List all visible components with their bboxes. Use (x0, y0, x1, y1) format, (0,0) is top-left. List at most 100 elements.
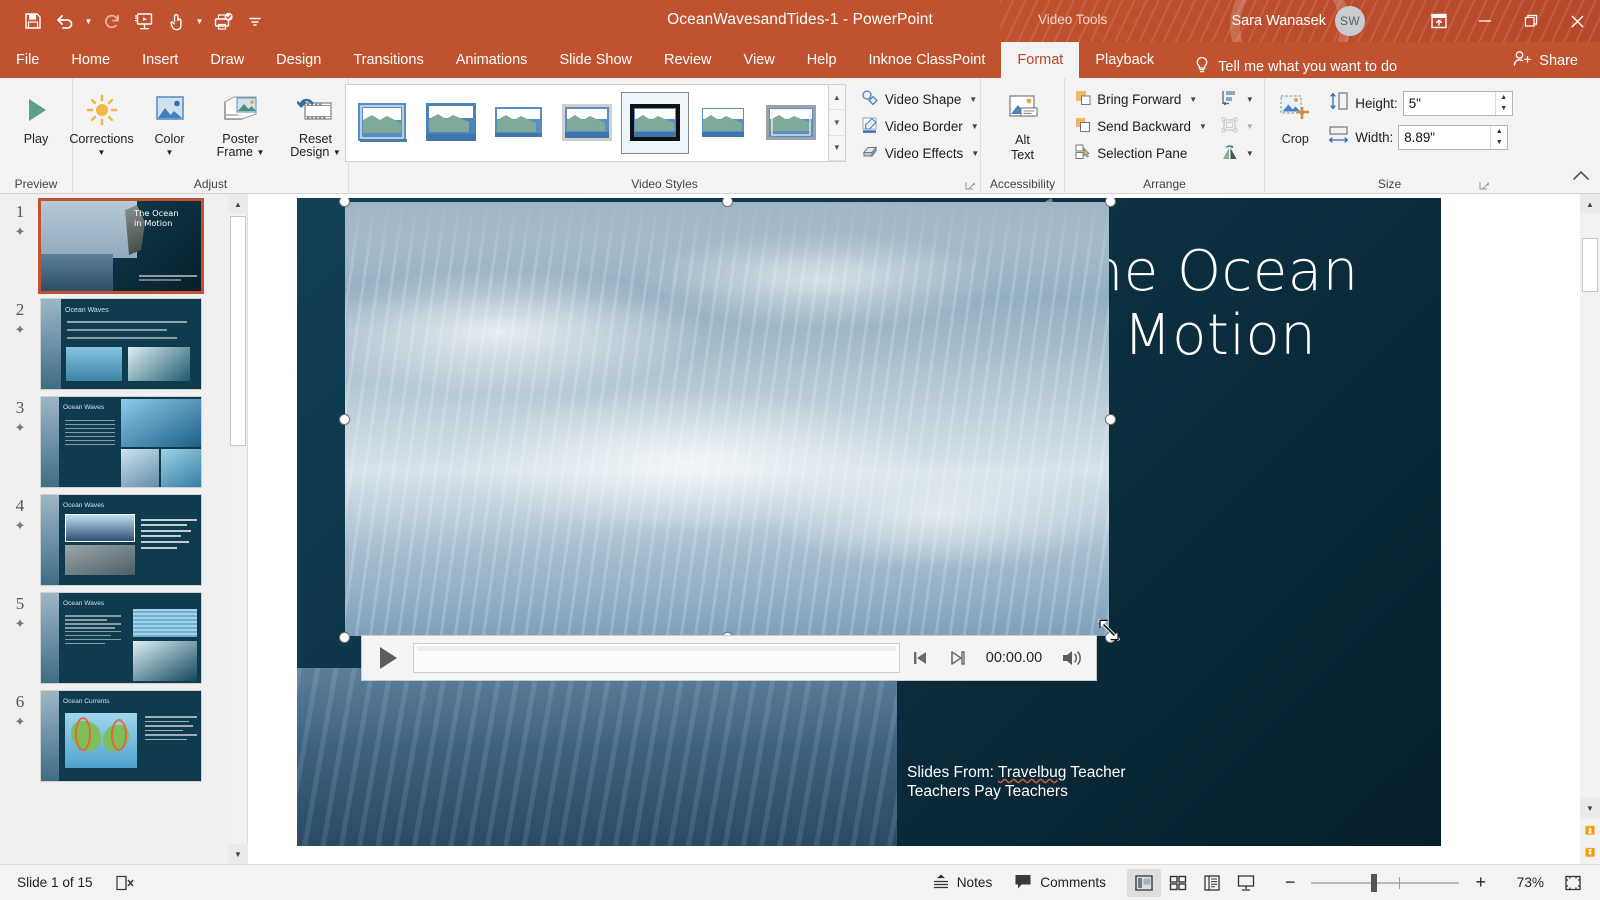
selection-pane-button[interactable]: Selection Pane (1070, 140, 1212, 166)
share-button[interactable]: Share (1513, 50, 1578, 71)
touch-mode-dropdown-icon[interactable]: ▼ (193, 6, 206, 36)
video-object[interactable] (345, 202, 1109, 636)
height-increase-icon[interactable]: ▲ (1496, 92, 1512, 104)
video-effects-button[interactable]: Video Effects ▼ (856, 140, 984, 166)
stage-scrollbar-thumb[interactable] (1582, 238, 1598, 292)
width-increase-icon[interactable]: ▲ (1491, 126, 1507, 138)
rotate-button[interactable]: ▼ (1216, 140, 1259, 166)
crop-button[interactable]: Crop (1266, 84, 1324, 149)
tab-view[interactable]: View (728, 42, 791, 78)
undo-dropdown-icon[interactable]: ▼ (82, 6, 95, 36)
alt-text-button[interactable]: AltText (990, 84, 1056, 166)
video-styles-dialog-launcher[interactable] (965, 181, 976, 192)
group-button[interactable]: ▼ (1216, 113, 1259, 139)
tab-home[interactable]: Home (55, 42, 126, 78)
height-stepper[interactable]: ▲▼ (1403, 91, 1513, 116)
thumbnail-slide-4[interactable]: Ocean Waves (40, 494, 202, 586)
video-step-forward-button[interactable] (944, 648, 968, 668)
fit-slide-to-window-button[interactable] (1556, 869, 1590, 897)
video-style-4-selected[interactable] (622, 93, 688, 153)
scroll-up-icon[interactable]: ▲ (228, 194, 248, 214)
slide-show-view-button[interactable] (1229, 869, 1263, 897)
reading-view-button[interactable] (1195, 869, 1229, 897)
send-backward-button[interactable]: Send Backward ▼ (1070, 113, 1212, 139)
zoom-track[interactable] (1311, 882, 1459, 884)
slide-sorter-view-button[interactable] (1161, 869, 1195, 897)
tab-animations[interactable]: Animations (440, 42, 544, 78)
zoom-out-button[interactable]: − (1277, 868, 1304, 898)
height-decrease-icon[interactable]: ▼ (1496, 103, 1512, 115)
thumbnail-slide-2[interactable]: Ocean Waves (40, 298, 202, 390)
zoom-slider[interactable]: − + 73% (1277, 868, 1544, 898)
close-button[interactable] (1554, 0, 1600, 42)
play-button[interactable]: Play (3, 84, 69, 149)
restore-button[interactable] (1508, 0, 1554, 42)
tab-design[interactable]: Design (260, 42, 337, 78)
poster-frame-button[interactable]: Poster Frame ▼ (205, 84, 277, 162)
tab-playback[interactable]: Playback (1079, 42, 1170, 78)
width-stepper[interactable]: ▲▼ (1398, 125, 1508, 150)
color-button[interactable]: Color▼ (137, 84, 203, 162)
align-dropdown-icon[interactable]: ▼ (1246, 95, 1254, 104)
save-icon[interactable] (18, 6, 48, 36)
video-effects-dropdown-icon[interactable]: ▼ (971, 149, 979, 158)
thumbnail-panel-scrollbar[interactable]: ▲ ▼ (228, 194, 248, 864)
avatar[interactable]: SW (1335, 6, 1365, 36)
corrections-button[interactable]: Corrections▼ (69, 84, 135, 162)
video-shape-dropdown-icon[interactable]: ▼ (969, 95, 977, 104)
list-item[interactable]: 6 ✦ Ocean Currents (0, 684, 228, 782)
stage-vertical-scrollbar[interactable]: ▲ ▼ ⏫ ⏬ (1580, 194, 1600, 864)
stage-scroll-down-icon[interactable]: ▼ (1580, 798, 1600, 818)
list-item[interactable]: 3 ✦ Ocean Waves (0, 390, 228, 488)
thumbnail-slide-1[interactable]: The Oceanin Motion (40, 200, 202, 292)
slide-editing-stage[interactable]: The Ocean in Motion Slides From: Travelb… (249, 194, 1558, 864)
zoom-handle[interactable] (1371, 874, 1377, 892)
video-style-5[interactable] (690, 93, 756, 153)
touch-mode-icon[interactable] (161, 6, 191, 36)
video-style-1[interactable] (418, 93, 484, 153)
user-account[interactable]: Sara Wanasek SW (1231, 6, 1365, 36)
scroll-down-icon[interactable]: ▼ (228, 844, 248, 864)
list-item[interactable]: 2 ✦ Ocean Waves (0, 292, 228, 390)
minimize-button[interactable] (1462, 0, 1508, 42)
video-style-2[interactable] (486, 93, 552, 153)
video-volume-button[interactable] (1060, 647, 1086, 669)
undo-icon[interactable] (50, 6, 80, 36)
list-item[interactable]: 1 ✦ The Oceanin Motion (0, 194, 228, 292)
size-dialog-launcher[interactable] (1479, 181, 1490, 192)
send-backward-dropdown-icon[interactable]: ▼ (1199, 122, 1207, 131)
tab-file[interactable]: File (0, 42, 55, 78)
video-playback-controls[interactable]: 00:00.00 (361, 635, 1097, 681)
previous-slide-icon[interactable]: ⏫ (1580, 820, 1600, 840)
stage-scroll-up-icon[interactable]: ▲ (1580, 194, 1600, 214)
tab-review[interactable]: Review (648, 42, 728, 78)
tab-format[interactable]: Format (1001, 42, 1079, 78)
video-border-dropdown-icon[interactable]: ▼ (971, 122, 979, 131)
spell-check-icon[interactable] (104, 868, 146, 898)
thumbnail-slide-6[interactable]: Ocean Currents (40, 690, 202, 782)
video-style-6[interactable] (758, 93, 824, 153)
normal-view-button[interactable] (1127, 869, 1161, 897)
gallery-scroll-down-icon[interactable]: ▼ (829, 110, 845, 135)
scrollbar-thumb[interactable] (230, 216, 246, 446)
ribbon-display-options-icon[interactable] (1416, 0, 1462, 42)
width-decrease-icon[interactable]: ▼ (1491, 137, 1507, 149)
current-slide[interactable]: The Ocean in Motion Slides From: Travelb… (297, 198, 1441, 846)
video-style-0[interactable] (350, 93, 416, 153)
collapse-ribbon-icon[interactable] (1570, 164, 1592, 186)
zoom-level-label[interactable]: 73% (1502, 875, 1544, 890)
video-style-3[interactable] (554, 93, 620, 153)
color-dropdown-icon[interactable]: ▼ (166, 146, 174, 159)
customize-qat-icon[interactable] (240, 6, 270, 36)
height-input[interactable] (1404, 92, 1495, 115)
page-title[interactable]: The Ocean in Motion (1053, 240, 1433, 368)
tab-slide-show[interactable]: Slide Show (543, 42, 648, 78)
slide-thumbnail-panel[interactable]: 1 ✦ The Oceanin Motion 2 ✦ Oce (0, 194, 228, 864)
video-seek-bar[interactable] (413, 643, 900, 673)
poster-frame-dropdown-icon[interactable]: ▼ (256, 146, 264, 159)
comments-button[interactable]: Comments (1003, 868, 1117, 898)
tab-insert[interactable]: Insert (126, 42, 194, 78)
width-input[interactable] (1399, 126, 1490, 149)
redo-icon[interactable] (97, 6, 127, 36)
align-button[interactable]: ▼ (1216, 86, 1259, 112)
